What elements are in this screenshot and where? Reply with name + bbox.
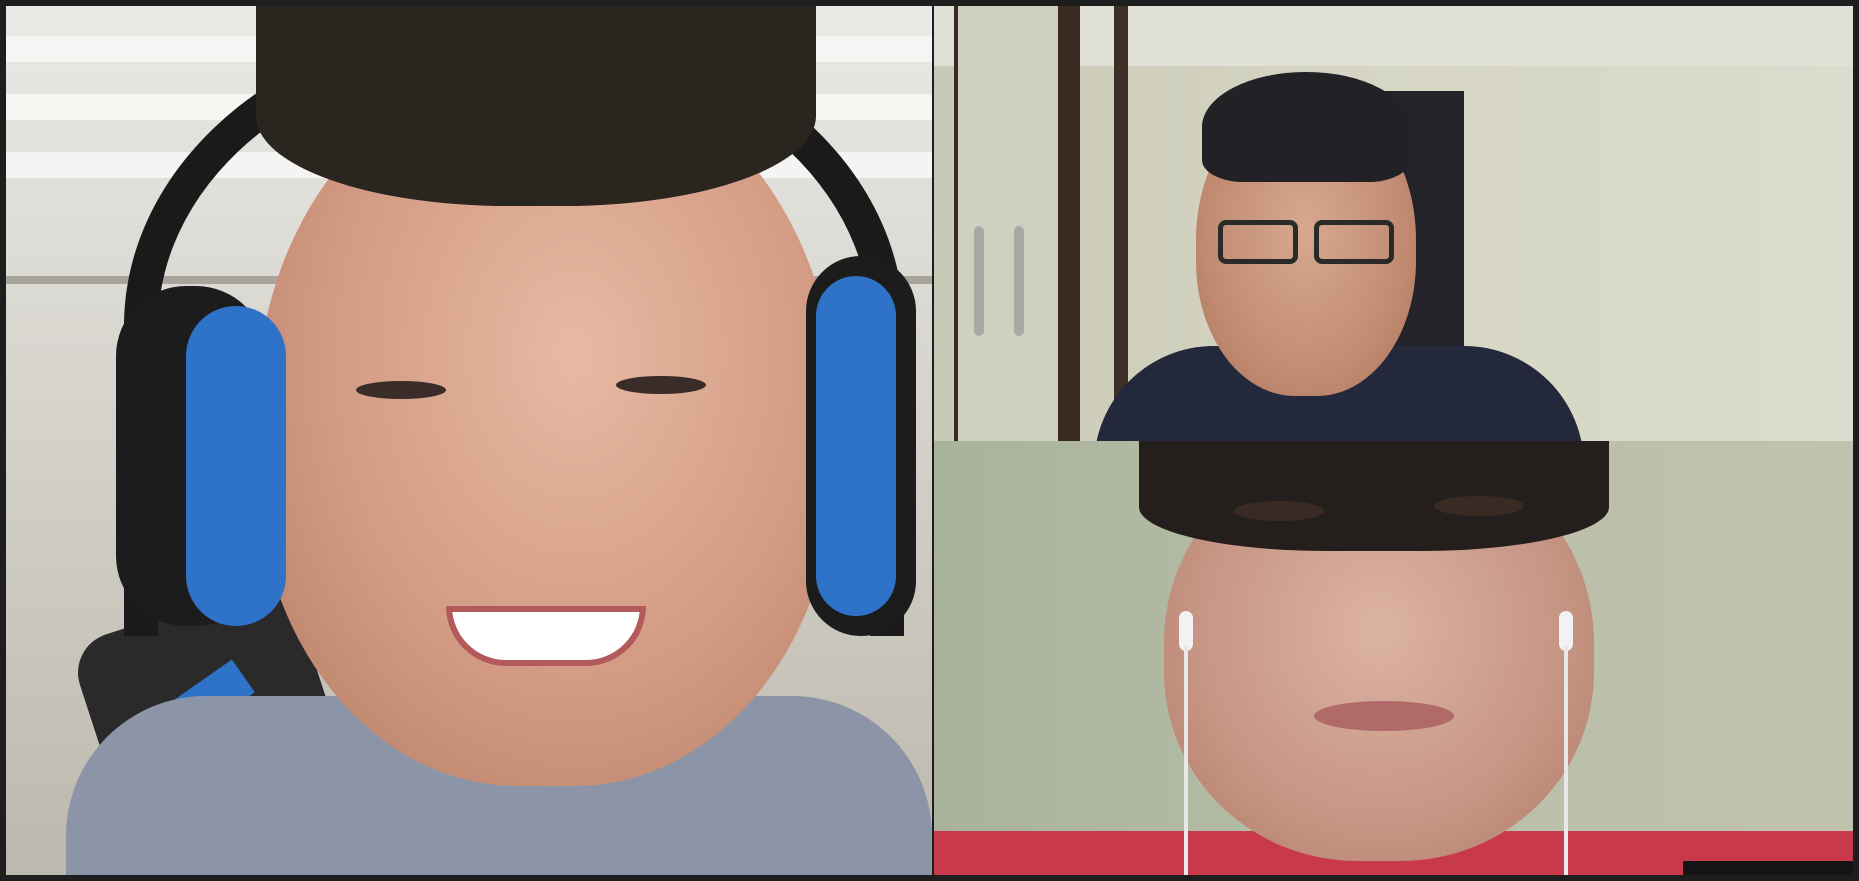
earbud-right [1559, 611, 1573, 651]
smile [446, 606, 646, 666]
glasses-lens-left [1218, 220, 1298, 264]
cabinet-handle [1014, 226, 1024, 336]
glasses-lens-right [1314, 220, 1394, 264]
hair [256, 6, 816, 206]
video-tile-participant-3[interactable] [934, 441, 1853, 875]
tile-corner-bar [1683, 861, 1853, 875]
video-tile-participant-2[interactable] [934, 6, 1853, 441]
headset-pad-right [816, 276, 896, 616]
eye-right [1434, 496, 1524, 516]
headset-pad-left [186, 306, 286, 626]
eye-left [1234, 501, 1324, 521]
earbud-cable-right [1564, 646, 1568, 875]
door-frame [1114, 6, 1128, 441]
video-tile-participant-1[interactable] [6, 6, 932, 875]
hair [1139, 441, 1609, 551]
eye-right [616, 376, 706, 394]
cabinet-door [954, 6, 1080, 441]
mouth [1314, 701, 1454, 731]
cabinet-handle [974, 226, 984, 336]
hair [1202, 72, 1410, 182]
eye-left [356, 381, 446, 399]
earbud-cable-left [1184, 646, 1188, 875]
earbud-left [1179, 611, 1193, 651]
